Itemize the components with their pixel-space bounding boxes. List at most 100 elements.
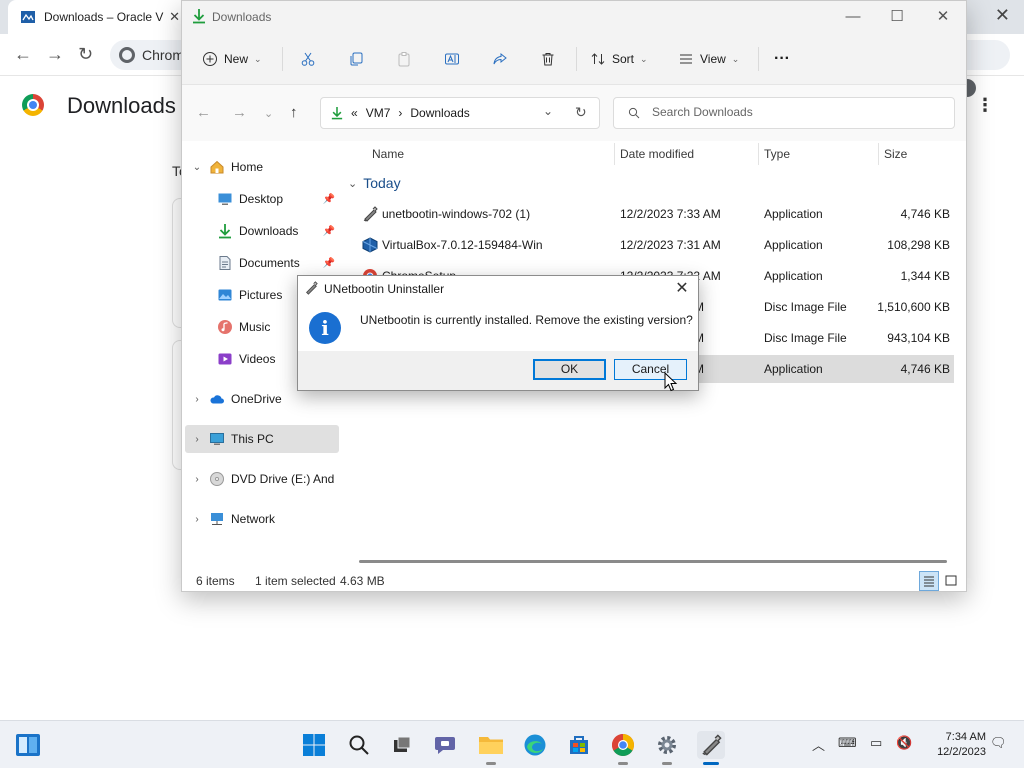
nav-network[interactable]: › Network — [185, 505, 339, 533]
chevron-down-icon: ⌄ — [731, 53, 740, 64]
nav-dvd-drive[interactable]: › DVD Drive (E:) Andro — [185, 465, 339, 493]
file-explorer-taskbar-button[interactable] — [477, 731, 505, 765]
edge-icon — [524, 734, 546, 756]
forward-arrow-icon[interactable]: → — [46, 44, 64, 65]
back-arrow-icon[interactable]: ← — [14, 44, 32, 65]
unetbootin-taskbar-button[interactable] — [697, 731, 725, 765]
display-icon[interactable]: ▭ — [870, 735, 882, 751]
breadcrumb-separator: › — [398, 106, 403, 120]
download-arrow-icon — [331, 107, 343, 120]
nav-this-pc[interactable]: › This PC — [185, 425, 339, 453]
store-button[interactable] — [565, 731, 593, 759]
chrome-tab-downloads[interactable]: Downloads – Oracle V ✕ — [8, 0, 188, 34]
nav-label: This PC — [231, 432, 274, 446]
pin-icon[interactable]: 📌 — [323, 226, 335, 237]
pin-icon[interactable]: 📌 — [323, 194, 335, 205]
active-indicator — [703, 762, 719, 765]
recent-chevron-icon[interactable]: ⌄ — [264, 107, 273, 120]
chrome-menu-icon[interactable]: ⋮ — [976, 95, 994, 116]
column-header-date-modified[interactable]: Date modified — [620, 147, 694, 161]
forward-arrow-icon[interactable]: → — [232, 104, 247, 121]
dialog-close-icon[interactable]: ✕ — [672, 278, 692, 298]
column-header-size[interactable]: Size — [884, 147, 907, 161]
share-button[interactable] — [492, 47, 508, 71]
column-header-type[interactable]: Type — [764, 147, 790, 161]
ok-button[interactable]: OK — [533, 359, 606, 380]
details-view-button[interactable] — [919, 571, 939, 591]
start-button[interactable] — [300, 731, 328, 759]
teams-chat-button[interactable] — [432, 731, 460, 759]
group-header-today[interactable]: ⌄ Today — [348, 175, 401, 191]
maximize-icon[interactable]: ☐ — [874, 5, 920, 29]
nav-desktop[interactable]: Desktop 📌 — [185, 185, 339, 213]
column-header-name[interactable]: Name — [372, 147, 404, 161]
expand-chevron-icon[interactable]: › — [191, 514, 203, 525]
view-lines-icon — [680, 54, 692, 64]
column-divider[interactable] — [614, 143, 615, 165]
chrome-taskbar-button[interactable] — [609, 731, 637, 765]
computer-icon — [210, 433, 224, 445]
expand-chevron-icon[interactable]: › — [191, 434, 203, 445]
sort-button[interactable]: Sort ⌄ — [590, 47, 648, 71]
minimize-icon[interactable]: — — [830, 5, 876, 29]
close-icon[interactable]: ✕ — [920, 5, 966, 29]
column-divider[interactable] — [758, 143, 759, 165]
copy-button[interactable] — [348, 47, 364, 71]
rename-button[interactable] — [444, 47, 460, 71]
trash-icon — [542, 53, 554, 66]
back-arrow-icon[interactable]: ← — [196, 104, 211, 121]
delete-button[interactable] — [540, 47, 556, 71]
file-row[interactable]: VirtualBox-7.0.12-159484-Win 12/2/2023 7… — [348, 231, 954, 259]
system-clock[interactable]: 7:34 AM 12/2/2023 — [922, 730, 986, 760]
file-row[interactable]: unetbootin-windows-702 (1) 12/2/2023 7:3… — [348, 200, 954, 228]
horizontal-scrollbar[interactable] — [359, 560, 947, 563]
nav-documents[interactable]: Documents 📌 — [185, 249, 339, 277]
file-type: Application — [764, 207, 823, 221]
column-divider[interactable] — [878, 143, 879, 165]
widgets-button[interactable] — [14, 731, 42, 759]
expand-chevron-icon[interactable]: › — [191, 394, 203, 405]
breadcrumb-vm7[interactable]: VM7 — [366, 106, 391, 120]
refresh-icon[interactable]: ↻ — [575, 104, 587, 121]
edge-button[interactable] — [521, 731, 549, 759]
paste-button[interactable] — [396, 47, 412, 71]
reload-icon[interactable]: ↻ — [78, 44, 93, 65]
search-input[interactable] — [652, 105, 942, 119]
tiles-view-button[interactable] — [941, 571, 961, 591]
plus-circle-icon — [203, 52, 217, 66]
nav-home[interactable]: ⌄ Home — [185, 153, 339, 181]
expand-chevron-icon[interactable]: › — [191, 474, 203, 485]
search-box[interactable] — [613, 97, 955, 129]
volume-muted-icon[interactable]: 🔇 — [896, 735, 912, 751]
chrome-logo-icon — [22, 94, 44, 116]
dialog-body: i UNetbootin is currently installed. Rem… — [298, 301, 698, 351]
show-hidden-icons-chevron-icon[interactable]: ︿ — [812, 735, 825, 754]
running-indicator — [486, 762, 496, 765]
tiles-view-icon — [945, 575, 957, 586]
search-button[interactable] — [345, 731, 373, 759]
cut-button[interactable] — [300, 47, 316, 71]
gear-icon — [658, 736, 676, 754]
clock-time: 7:34 AM — [945, 731, 986, 743]
nav-label: OneDrive — [231, 392, 282, 406]
nav-downloads[interactable]: Downloads 📌 — [185, 217, 339, 245]
keyboard-icon[interactable]: ⌨ — [838, 735, 857, 751]
task-view-button[interactable] — [388, 731, 416, 759]
pin-icon[interactable]: 📌 — [323, 258, 335, 269]
address-bar[interactable]: « VM7 › Downloads ⌄ ↻ — [320, 97, 600, 129]
address-dropdown-icon[interactable]: ⌄ — [543, 104, 553, 118]
expand-chevron-icon[interactable]: ⌄ — [191, 162, 203, 173]
selection-count: 1 item selected — [255, 574, 336, 588]
more-options-button[interactable]: ··· — [774, 47, 790, 71]
notification-icon[interactable]: 🗨 — [990, 735, 1007, 751]
file-type: Application — [764, 238, 823, 252]
breadcrumb-downloads[interactable]: Downloads — [410, 106, 469, 120]
up-arrow-icon[interactable]: ↑ — [290, 104, 298, 121]
address-overflow[interactable]: « — [351, 106, 358, 120]
view-button[interactable]: View ⌄ — [678, 47, 739, 71]
settings-button[interactable] — [653, 731, 681, 765]
rename-icon — [445, 53, 459, 65]
new-button[interactable]: New ⌄ — [202, 47, 262, 71]
chrome-close-icon[interactable]: ✕ — [995, 5, 1010, 26]
tab-close-icon[interactable]: ✕ — [169, 9, 180, 25]
